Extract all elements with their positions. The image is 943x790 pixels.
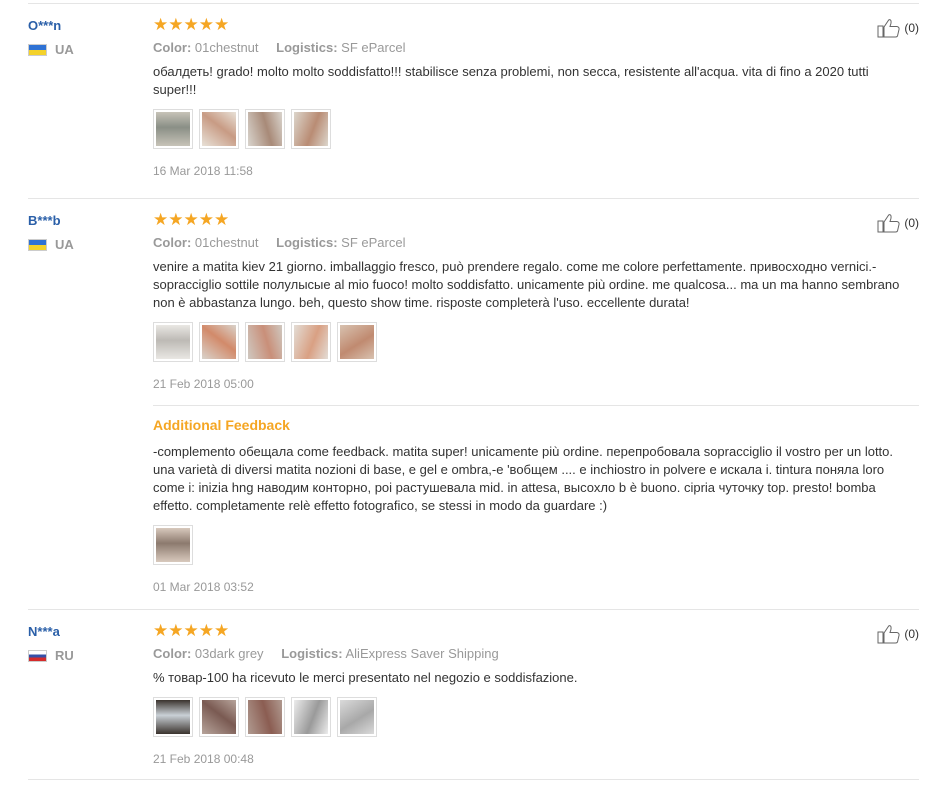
thumbs-up-icon[interactable] bbox=[877, 213, 901, 233]
reviewer-info: B***b UA bbox=[28, 213, 74, 252]
photo-image bbox=[202, 325, 236, 359]
photo-image bbox=[248, 325, 282, 359]
additional-photos bbox=[153, 525, 923, 565]
review-photo-thumbnail[interactable] bbox=[153, 525, 193, 565]
logistics-label: Logistics: bbox=[281, 646, 343, 661]
photo-image bbox=[202, 112, 236, 146]
review-photo-thumbnail[interactable] bbox=[153, 697, 193, 737]
reviewer-country: UA bbox=[28, 237, 74, 252]
review-photo-thumbnail[interactable] bbox=[199, 109, 239, 149]
review-photo-thumbnail[interactable] bbox=[245, 322, 285, 362]
color-value: 01chestnut bbox=[194, 235, 259, 250]
ukraine-flag-icon bbox=[28, 43, 47, 56]
reviewer-info: N***a RU bbox=[28, 624, 74, 663]
country-code: UA bbox=[55, 42, 74, 57]
logistics-value: SF eParcel bbox=[341, 235, 406, 250]
russia-flag-icon bbox=[28, 649, 47, 662]
rating-stars: ★★★★★ bbox=[153, 210, 230, 229]
divider bbox=[28, 198, 919, 199]
rating-stars: ★★★★★ bbox=[153, 621, 230, 640]
review-photo-thumbnail[interactable] bbox=[199, 322, 239, 362]
review-photos bbox=[153, 697, 923, 737]
reviewer-info: O***n UA bbox=[28, 18, 74, 57]
helpful-count: (0) bbox=[904, 21, 919, 35]
review-content: ★★★★★ Color: 01chestnut Logistics: SF eP… bbox=[153, 211, 923, 391]
thumbs-up-icon[interactable] bbox=[877, 624, 901, 644]
country-code: UA bbox=[55, 237, 74, 252]
photo-image bbox=[340, 700, 374, 734]
divider bbox=[28, 779, 919, 780]
review-content: ★★★★★ Color: 01chestnut Logistics: SF eP… bbox=[153, 16, 923, 178]
review-date: 16 Mar 2018 11:58 bbox=[153, 164, 253, 178]
rating-stars: ★★★★★ bbox=[153, 15, 230, 34]
photo-image bbox=[248, 700, 282, 734]
photo-image bbox=[294, 700, 328, 734]
additional-feedback-text: -complemento обещала come feedback. mati… bbox=[153, 444, 894, 513]
review-text: % товар-100 ha ricevuto le merci present… bbox=[153, 670, 578, 685]
helpful-count: (0) bbox=[904, 627, 919, 641]
order-info: Color: 01chestnut Logistics: SF eParcel bbox=[153, 40, 923, 55]
review-photo-thumbnail[interactable] bbox=[291, 697, 331, 737]
logistics-label: Logistics: bbox=[276, 235, 338, 250]
review-photo-thumbnail[interactable] bbox=[245, 697, 285, 737]
review-text: venire a matita kiev 21 giorno. imballag… bbox=[153, 259, 900, 310]
review-photo-thumbnail[interactable] bbox=[245, 109, 285, 149]
photo-image bbox=[156, 325, 190, 359]
order-info: Color: 03dark grey Logistics: AliExpress… bbox=[153, 646, 923, 661]
review-photos bbox=[153, 322, 923, 362]
divider bbox=[28, 3, 919, 4]
divider bbox=[153, 405, 919, 406]
review-photo-thumbnail[interactable] bbox=[153, 109, 193, 149]
review-content: ★★★★★ Color: 03dark grey Logistics: AliE… bbox=[153, 622, 923, 766]
review-list: O***n UA ★★★★★ Color: 01chestnut Logisti… bbox=[0, 0, 943, 790]
photo-image bbox=[294, 112, 328, 146]
photo-image bbox=[202, 700, 236, 734]
reviewer-country: UA bbox=[28, 42, 74, 57]
reviewer-name[interactable]: N***a bbox=[28, 624, 74, 640]
photo-image bbox=[156, 112, 190, 146]
review-photos bbox=[153, 109, 923, 149]
color-label: Color: bbox=[153, 40, 192, 55]
reviewer-country: RU bbox=[28, 648, 74, 663]
additional-date: 01 Mar 2018 03:52 bbox=[153, 580, 254, 594]
photo-image bbox=[294, 325, 328, 359]
reviewer-name[interactable]: O***n bbox=[28, 18, 74, 34]
additional-feedback: Additional Feedback -complemento обещала… bbox=[153, 417, 923, 594]
color-label: Color: bbox=[153, 235, 192, 250]
color-label: Color: bbox=[153, 646, 192, 661]
review-photo-thumbnail[interactable] bbox=[291, 322, 331, 362]
order-info: Color: 01chestnut Logistics: SF eParcel bbox=[153, 235, 923, 250]
review-text: обалдеть! grado! molto molto soddisfatto… bbox=[153, 64, 869, 97]
ukraine-flag-icon bbox=[28, 238, 47, 251]
review-date: 21 Feb 2018 00:48 bbox=[153, 752, 254, 766]
reviewer-name[interactable]: B***b bbox=[28, 213, 74, 229]
color-value: 03dark grey bbox=[194, 646, 264, 661]
helpful-count: (0) bbox=[904, 216, 919, 230]
photo-image bbox=[340, 325, 374, 359]
photo-image bbox=[156, 528, 190, 562]
review-photo-thumbnail[interactable] bbox=[337, 697, 377, 737]
helpful-button[interactable]: (0) bbox=[877, 213, 919, 233]
review-photo-thumbnail[interactable] bbox=[153, 322, 193, 362]
additional-feedback-title: Additional Feedback bbox=[153, 417, 290, 433]
color-value: 01chestnut bbox=[194, 40, 259, 55]
review-photo-thumbnail[interactable] bbox=[291, 109, 331, 149]
helpful-button[interactable]: (0) bbox=[877, 18, 919, 38]
thumbs-up-icon[interactable] bbox=[877, 18, 901, 38]
photo-image bbox=[248, 112, 282, 146]
helpful-button[interactable]: (0) bbox=[877, 624, 919, 644]
logistics-value: AliExpress Saver Shipping bbox=[345, 646, 499, 661]
divider bbox=[28, 609, 919, 610]
logistics-value: SF eParcel bbox=[341, 40, 406, 55]
country-code: RU bbox=[55, 648, 74, 663]
photo-image bbox=[156, 700, 190, 734]
logistics-label: Logistics: bbox=[276, 40, 338, 55]
review-date: 21 Feb 2018 05:00 bbox=[153, 377, 254, 391]
review-photo-thumbnail[interactable] bbox=[199, 697, 239, 737]
review-photo-thumbnail[interactable] bbox=[337, 322, 377, 362]
